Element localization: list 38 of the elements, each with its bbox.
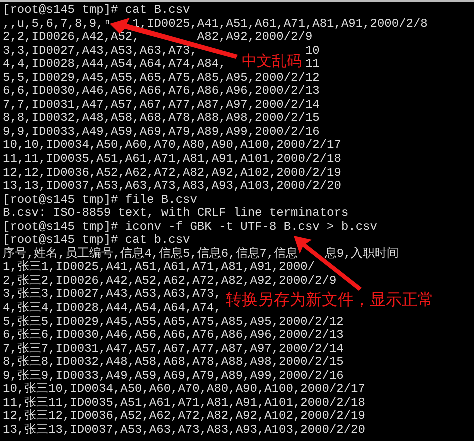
- terminal-line: 9,9,ID0033,A49,A59,A69,A79,A89,A99,2000/2/16: [3, 126, 320, 139]
- terminal-line: 13,13,ID0037,A53,A63,A73,A83,A93,A103,2000/2/20: [3, 180, 342, 194]
- terminal-line: 1,张三1,ID0025,A41,A51,A61,A71,A81,A91,2000/: [3, 261, 316, 274]
- terminal-line: 11: [305, 58, 320, 72]
- terminal-line: 7,张三7,ID0031,A47,A57,A67,A77,A87,A97,2000/2/14: [3, 342, 344, 356]
- terminal-line: 13,张三13,ID0037,A53,A63,A73,A83,A93,A103,2000/2/20: [3, 424, 366, 438]
- terminal-line: 9,张三9,ID0033,A49,A59,A69,A79,A89,A99,2000/2/16: [3, 370, 344, 383]
- annotation-text: 中文乱码: [242, 51, 302, 72]
- terminal-line: [root@s145 tmp]# cat B.csv: [3, 4, 190, 18]
- terminal-line: [root@s145 tmp]# cat b.csv: [3, 234, 190, 248]
- terminal-line: 息9,入职时间: [324, 248, 400, 262]
- terminal-line: 3,3,ID0027,A43,A53,A63,A73,: [3, 44, 198, 58]
- terminal-line: 10: [305, 44, 320, 58]
- terminal-line: 6,6,ID0030,A46,A56,A66,A76,A86,A96,2000/2/13: [3, 85, 320, 99]
- terminal-line: 2,张三2,ID0026,A42,A52,A62,A72,A82,A92,2000/2/9: [3, 274, 337, 288]
- terminal-line: 8,张三8,ID0032,A48,A58,A68,A78,A88,A98,2000/2/15: [3, 356, 344, 370]
- terminal-line: 4,4,ID0028,A44,A54,A64,A74,A84,: [3, 58, 226, 72]
- terminal-line: 2,2,ID0026,A42,A52,: [3, 31, 140, 45]
- terminal-line: 12,12,ID0036,A52,A62,A72,A82,A92,A102,2000/2/19: [3, 166, 342, 180]
- terminal-line: [root@s145 tmp]# file B.csv: [3, 194, 198, 207]
- terminal-line: 10,张三10,ID0034,A50,A60,A70,A80,A90,A100,2000/2/17: [3, 383, 366, 396]
- annotation-text: 转换另存为新文件，显示正常: [226, 289, 434, 311]
- terminal-line: 11,11,ID0035,A51,A61,A71,A81,A91,A101,2000/2/18: [3, 153, 342, 167]
- terminal-line: 5,5,ID0029,A45,A55,A65,A75,A85,A95,2000/2/12: [3, 72, 320, 85]
- terminal-line: 4,张三4,ID0028,A44,A54,A64,A74,: [3, 302, 222, 316]
- terminal-line: ,,u,5,6,7,8,9,ⁿ 1,ID0025,A41,A51,A61,A71,A81,A91,2000/2/8: [3, 18, 428, 31]
- terminal-line: [root@s145 tmp]# iconv -f GBK -t UTF-8 B.csv > b.csv: [3, 220, 378, 234]
- terminal-line: 11,张三11,ID0035,A51,A61,A71,A81,A91,A101,2000/2/18: [3, 396, 366, 410]
- terminal-line: 序号,姓名,员工编号,信息4,信息5,信息6,信息7,信息: [3, 248, 298, 261]
- terminal-line: 5,张三5,ID0029,A45,A55,A65,A75,A85,A95,2000/2/12: [3, 316, 344, 329]
- terminal-line: 10,10,ID0034,A50,A60,A70,A80,A90,A100,2000/2/17: [3, 139, 342, 153]
- terminal-line: 6,张三6,ID0030,A46,A56,A66,A76,A86,A96,2000/2/13: [3, 329, 344, 342]
- terminal-line: 12,张三12,ID0036,A52,A62,A72,A82,A92,A102,2000/2/19: [3, 410, 366, 424]
- terminal-line: 8,8,ID0032,A48,A58,A68,A78,A88,A98,2000/2/15: [3, 112, 320, 126]
- terminal-line: 7,7,ID0031,A47,A57,A67,A77,A87,A97,2000/2/14: [3, 98, 320, 112]
- terminal-line: B.csv: ISO-8859 text, with CRLF line terminators: [3, 207, 349, 221]
- terminal-line: 3,张三3,ID0027,A43,A53,A63,A73,: [3, 288, 222, 302]
- terminal-line: A82,A92,2000/2/9: [197, 31, 313, 45]
